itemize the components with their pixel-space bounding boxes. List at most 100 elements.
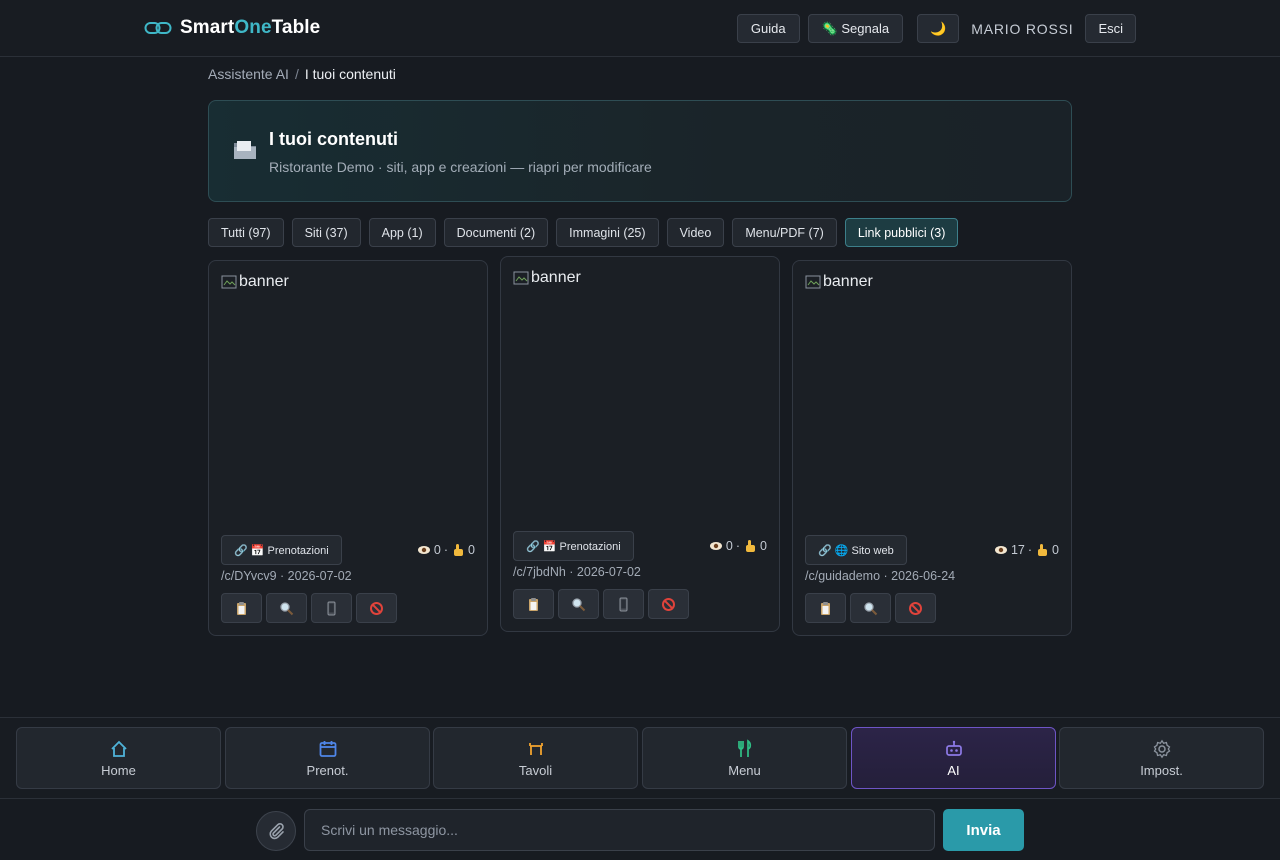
card-info-row: 🔗 📅 Prenotazioni 0 · 0 (513, 531, 767, 561)
table-icon (528, 742, 543, 755)
nav-label: Tavoli (518, 762, 553, 778)
stats-separator: · (443, 543, 449, 557)
calendar-icon (319, 740, 336, 757)
card-stats: 0 · 0 (709, 539, 767, 553)
top-actions: Guida 🦠 Segnala 🌙 MARIO ROSSI Esci (736, 14, 1136, 43)
copy-link-button[interactable] (805, 593, 846, 623)
card-stats: 17 · 0 (994, 543, 1059, 557)
link-logo-icon (144, 22, 172, 34)
disable-link-button[interactable] (356, 593, 397, 623)
search-icon (864, 601, 878, 615)
message-input[interactable] (304, 809, 935, 851)
filter-images[interactable]: Immagini (25) (556, 218, 659, 247)
prohibited-icon (909, 601, 922, 615)
page-header-card: I tuoi contenuti Ristorante Demo · siti,… (208, 100, 1072, 202)
nav-settings[interactable]: Impost. (1059, 727, 1264, 789)
stats-separator: · (1027, 543, 1033, 557)
send-button[interactable]: Invia (943, 809, 1024, 851)
page-subtitle: Ristorante Demo · siti, app e creazioni … (269, 159, 652, 175)
card-actions (221, 593, 397, 623)
card-stats: 0 · 0 (417, 543, 475, 557)
content-type-tag[interactable]: 🔗 📅 Prenotazioni (513, 531, 634, 561)
message-composer: Invia (0, 798, 1280, 860)
qr-button[interactable] (603, 589, 644, 619)
theme-toggle-button[interactable]: 🌙 (917, 14, 960, 43)
nav-label: Impost. (1140, 762, 1183, 778)
content-card[interactable]: banner 🔗 📅 Prenotazioni 0 · 0 /c/7jbdNh … (500, 256, 780, 632)
nav-ai[interactable]: AI (851, 727, 1056, 789)
phone-icon (327, 601, 336, 615)
attach-button[interactable] (256, 811, 296, 851)
top-bar: SmartOneTable Guida 🦠 Segnala 🌙 MARIO RO… (0, 0, 1280, 57)
report-button[interactable]: 🦠 Segnala (807, 14, 904, 43)
card-meta: /c/DYvcv9 · 2026-07-02 (221, 569, 352, 583)
guide-button[interactable]: Guida (736, 14, 800, 43)
disable-link-button[interactable] (895, 593, 936, 623)
clicks-count: 0 (1052, 543, 1059, 557)
breadcrumb-parent-link[interactable]: Assistente AI (208, 66, 289, 82)
logout-button[interactable]: Esci (1085, 14, 1136, 43)
robot-icon (945, 740, 962, 756)
paperclip-icon (269, 823, 284, 840)
disable-link-button[interactable] (648, 589, 689, 619)
clicks-count: 0 (760, 539, 767, 553)
views-count: 17 (1010, 543, 1025, 557)
pointing-hand-icon (454, 544, 464, 556)
banner-alt-text: banner (531, 269, 581, 286)
card-actions (805, 593, 936, 623)
fork-knife-icon (737, 738, 751, 757)
filter-apps[interactable]: App (1) (368, 218, 436, 247)
nav-label: Prenot. (306, 762, 349, 778)
broken-image-icon (513, 271, 529, 285)
broken-image-icon (805, 275, 821, 289)
brand[interactable]: SmartOneTable (144, 16, 320, 40)
username: MARIO ROSSI (971, 20, 1074, 37)
card-meta: /c/guidademo · 2026-06-24 (805, 569, 956, 583)
preview-button[interactable] (266, 593, 307, 623)
phone-icon (619, 597, 628, 611)
prohibited-icon (662, 597, 675, 611)
search-icon (572, 597, 586, 611)
nav-label: Menu (728, 762, 761, 778)
qr-button[interactable] (311, 593, 352, 623)
home-icon (110, 740, 127, 757)
search-icon (280, 601, 294, 615)
copy-link-button[interactable] (513, 589, 554, 619)
nav-label: Home (101, 762, 136, 778)
banner-alt-text: banner (239, 273, 289, 290)
content-type-tag[interactable]: 🔗 📅 Prenotazioni (221, 535, 342, 565)
eye-icon (417, 546, 430, 554)
pointing-hand-icon (746, 540, 756, 552)
banner-image: banner (513, 269, 581, 287)
nav-bookings[interactable]: Prenot. (225, 727, 430, 789)
card-info-row: 🔗 🌐 Sito web 17 · 0 (805, 535, 1059, 565)
filter-menu-pdf[interactable]: Menu/PDF (7) (732, 218, 837, 247)
nav-home[interactable]: Home (16, 727, 221, 789)
copy-icon (529, 597, 538, 611)
copy-icon (821, 601, 830, 615)
banner-image: banner (221, 273, 289, 291)
clicks-count: 0 (468, 543, 475, 557)
copy-link-button[interactable] (221, 593, 262, 623)
nav-menu[interactable]: Menu (642, 727, 847, 789)
filter-documents[interactable]: Documenti (2) (443, 218, 549, 247)
page-title: I tuoi contenuti (269, 129, 398, 149)
stats-separator: · (735, 539, 741, 553)
content-type-tag[interactable]: 🔗 🌐 Sito web (805, 535, 907, 565)
broken-image-icon (221, 275, 237, 289)
content-card[interactable]: banner 🔗 🌐 Sito web 17 · 0 /c/guidademo … (792, 260, 1072, 636)
banner-alt-text: banner (823, 273, 873, 290)
preview-button[interactable] (558, 589, 599, 619)
nav-tables[interactable]: Tavoli (433, 727, 638, 789)
filter-bar: Tutti (97) Siti (37) App (1) Documenti (… (208, 218, 959, 247)
filter-sites[interactable]: Siti (37) (291, 218, 361, 247)
card-info-row: 🔗 📅 Prenotazioni 0 · 0 (221, 535, 475, 565)
breadcrumb-separator: / (294, 66, 299, 82)
filter-all[interactable]: Tutti (97) (208, 218, 284, 247)
card-meta: /c/7jbdNh · 2026-07-02 (513, 565, 641, 579)
brand-name: SmartOneTable (180, 17, 321, 38)
filter-public-links[interactable]: Link pubblici (3) (844, 218, 959, 247)
content-card[interactable]: banner 🔗 📅 Prenotazioni 0 · 0 /c/DYvcv9 … (208, 260, 488, 636)
filter-video[interactable]: Video (666, 218, 725, 247)
preview-button[interactable] (850, 593, 891, 623)
